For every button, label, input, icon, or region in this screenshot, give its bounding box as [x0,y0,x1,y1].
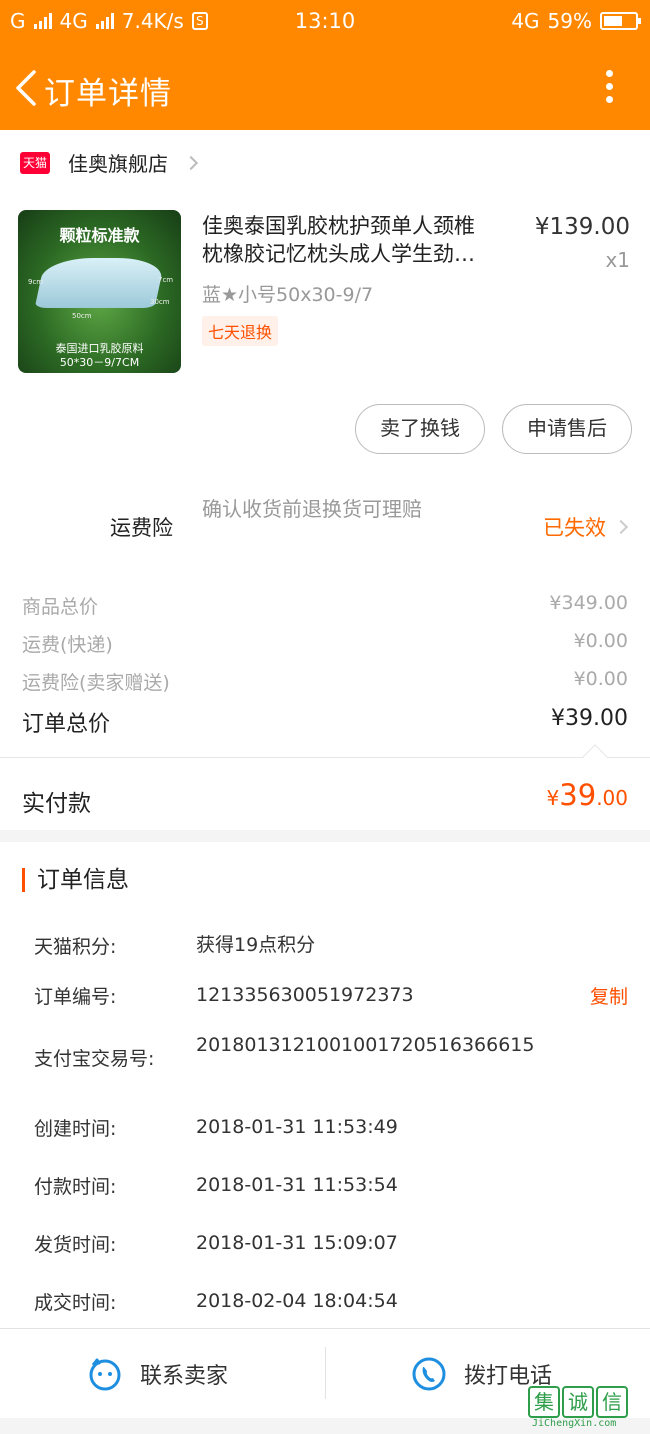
chevron-right-icon [613,519,629,535]
paid-decimal: .00 [596,786,628,810]
info-value: 获得19点积分 [196,934,316,956]
copy-button[interactable]: 复制 [590,982,628,1009]
tmall-badge-icon: 天猫 [20,151,50,174]
pointer-notch [582,744,608,770]
info-key: 发货时间: [34,1234,117,1256]
info-value: 2018-01-31 11:53:49 [196,1116,398,1138]
chevron-right-icon [183,155,199,170]
battery-percent: 59% [547,9,592,33]
image-title: 颗粒标准款 [59,226,140,245]
phone-icon [412,1357,446,1391]
shipping-insurance-desc: 确认收货前退换货可理赔 [202,497,422,521]
status-bar: G 4G 7.4K/s S 13:10 4G 59% [0,0,650,44]
product-name-line: 佳奥泰国乳胶枕护颈单人颈椎 [202,214,475,238]
info-key: 订单编号: [34,986,117,1008]
paid-label: 实付款 [22,791,91,817]
shipping-insurance-label: 运费险 [110,516,173,540]
order-info-section: 订单信息 天猫积分: 获得19点积分 订单编号: 121335630051972… [0,842,650,1328]
back-arrow-icon[interactable] [12,68,42,108]
return-policy-tag: 七天退换 [202,316,279,346]
contact-seller-button[interactable]: 联系卖家 [88,1329,228,1419]
watermark-char: 诚 [562,1386,594,1418]
image-caption-line: 50*30－9/7CM [59,356,140,369]
watermark-char: 信 [596,1386,628,1418]
summary-label: 运费(快递) [22,634,113,656]
summary-value: ¥349.00 [549,592,628,614]
image-dim-label: 50cm [72,312,92,320]
title-bar: 订单详情 [0,44,650,130]
network-right-label: 4G [511,9,540,33]
watermark-char: 集 [528,1386,560,1418]
divider [325,1347,326,1399]
insurance-status-text: 已失效 [543,516,606,540]
product-price: ¥139.00 [534,214,630,240]
shipping-insurance-status[interactable]: 已失效 [543,512,629,542]
summary-row: 运费险(卖家赠送) ¥0.00 [22,668,628,695]
order-number: 121335630051972373 [196,984,414,1006]
paid-currency: ¥ [546,786,560,810]
contact-seller-label: 联系卖家 [140,1364,229,1389]
info-key: 付款时间: [34,1176,117,1198]
image-dim-label: 30cm [150,298,170,306]
info-key: 创建时间: [34,1118,117,1140]
after-sale-button[interactable]: 申请售后 [502,404,632,454]
product-name[interactable]: 佳奥泰国乳胶枕护颈单人颈椎 枕橡胶记忆枕头成人学生劲… [202,212,514,268]
info-value: 2018-02-04 18:04:54 [196,1290,398,1312]
shop-name: 佳奥旗舰店 [68,152,168,176]
battery-icon [600,12,641,30]
image-caption-line: 泰国进口乳胶原料 [55,342,144,355]
more-menu-icon[interactable] [604,70,614,106]
shop-link[interactable]: 天猫 佳奥旗舰店 [20,148,199,177]
order-total-row: 订单总价 ¥39.00 [22,706,628,738]
alipay-trade-number: 2018013121001001720516366615 [196,1034,535,1056]
info-key: 成交时间: [34,1292,117,1314]
info-key: 支付宝交易号: [34,1048,155,1070]
order-total-label: 订单总价 [22,712,111,737]
product-quantity: x1 [605,248,630,272]
info-value: 2018-01-31 11:53:54 [196,1174,398,1196]
pillow-graphic [34,258,166,308]
chat-face-icon [89,1358,121,1391]
sell-button[interactable]: 卖了换钱 [355,404,485,454]
watermark-url: JiChengXin.com [532,1418,617,1429]
paid-integer: 39 [559,778,597,812]
summary-value: ¥0.00 [573,630,628,652]
image-dim-label: 9cm [28,278,44,286]
summary-row: 商品总价 ¥349.00 [22,592,628,619]
info-value: 2018-01-31 15:09:07 [196,1232,398,1254]
order-total-value: ¥39.00 [551,706,628,731]
paid-amount: ¥39.00 [547,778,628,812]
image-dim-label: 7cm [158,276,174,284]
product-spec: 蓝★小号50x30-9/7 [202,284,374,306]
image-caption: 泰国进口乳胶原料 50*30－9/7CM [18,342,181,370]
summary-value: ¥0.00 [573,668,628,690]
summary-label: 商品总价 [22,596,99,618]
summary-row: 运费(快递) ¥0.00 [22,630,628,657]
page-title: 订单详情 [44,76,172,112]
product-image[interactable]: 颗粒标准款 9cm 7cm 30cm 50cm 泰国进口乳胶原料 50*30－9… [18,210,181,373]
order-card: 天猫 佳奥旗舰店 颗粒标准款 9cm 7cm 30cm 50cm 泰国进口乳胶原… [0,130,650,830]
order-info-heading: 订单信息 [22,868,129,892]
divider [0,757,650,758]
site-watermark: 集 诚 信 JiChengXin.com [528,1386,644,1432]
info-key: 天猫积分: [34,936,117,958]
summary-label: 运费险(卖家赠送) [22,672,170,694]
product-name-line: 枕橡胶记忆枕头成人学生劲… [202,242,475,266]
